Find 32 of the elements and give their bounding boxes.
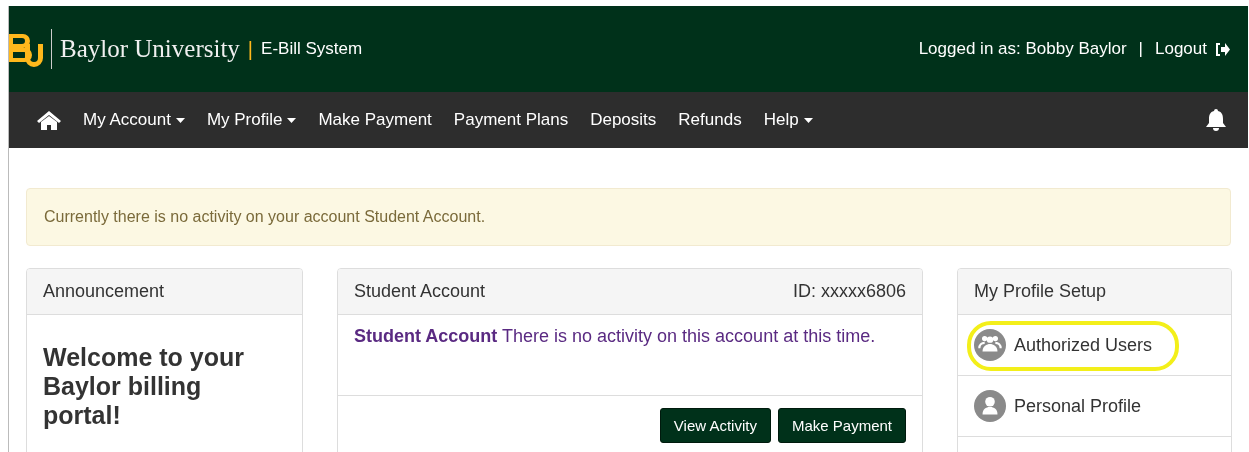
profile-link[interactable]: Authorized Users [974,329,1153,361]
welcome-heading: Welcome to your Baylor billing portal! [43,343,245,430]
nav-item[interactable]: Help [763,110,813,130]
card-title: Announcement [43,281,165,302]
nav-item[interactable]: Make Payment [318,110,432,130]
alert-banner: Currently there is no activity on your account Student Account. [26,188,1231,246]
home-icon[interactable] [37,110,61,130]
action-button[interactable]: Make Payment [777,408,906,443]
bell-icon[interactable] [1206,109,1226,131]
nav-item[interactable]: My Account [83,110,185,130]
system-name: E-Bill System [261,39,363,59]
card-title: My Profile Setup [974,281,1107,302]
nav-item[interactable]: My Profile [206,110,297,130]
nav-item[interactable]: Refunds [678,110,742,130]
action-button[interactable]: View Activity [659,408,771,443]
users-icon [974,329,1006,361]
caret-icon [803,117,813,123]
nav-item[interactable]: Deposits [590,110,657,130]
logout-link[interactable]: Logout [1155,39,1230,59]
caret-icon [175,117,185,123]
brand-name: Baylor University [51,29,240,69]
nav-item[interactable]: Payment Plans [453,110,569,130]
card-title: Student Account [354,281,486,302]
caret-icon [287,117,297,123]
brand-separator: | [247,37,254,61]
account-id: ID: xxxxx6806 [792,281,906,302]
logout-icon [1215,42,1230,56]
account-message: Student Account There is no activity on this account at this time. [354,325,877,348]
logged-in-text: Logged in as: Bobby Baylor [918,39,1127,59]
header-separator: | [1138,39,1143,59]
profile-link[interactable]: Personal Profile [974,390,1142,422]
user-icon [974,390,1006,422]
